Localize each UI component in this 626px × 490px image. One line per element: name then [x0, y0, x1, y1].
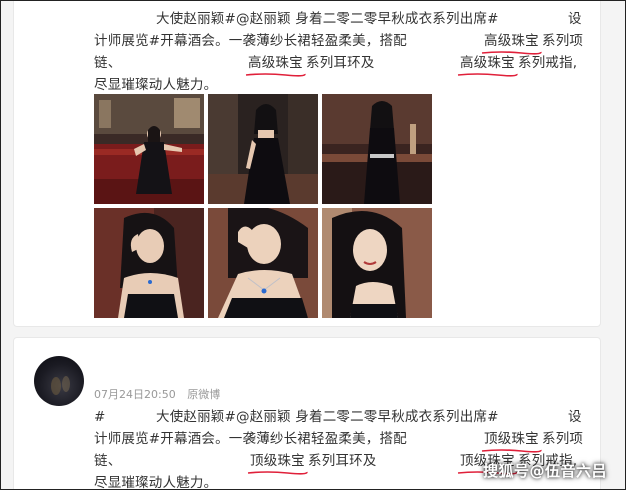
post-1-highlight-jewelry-2: 高级珠宝 [245, 52, 306, 77]
red-underline-icon [245, 72, 306, 77]
photo-standing-dark-room[interactable] [208, 94, 318, 204]
post-1-line-3-start: 链、 [94, 55, 122, 71]
post-1-line-2-tail: 系列项 [542, 33, 584, 49]
red-underline-icon [457, 72, 518, 77]
post-timestamp[interactable]: 07月24日20:50 [94, 388, 176, 401]
post-1-line-4: 尽显璀璨动人魅力。 [94, 77, 218, 93]
post-2-line-4: 尽显璀璨动人魅力。 [94, 475, 218, 490]
post-1-line-3-mid: 系列耳环及 [306, 55, 375, 71]
post-1-text: 大使赵丽颖#@赵丽颖 身着二零二零早秋成衣系列出席# 设 计师展览#开幕酒会。一… [94, 8, 584, 93]
post-1-line-3-tail: 系列戒指, [518, 55, 578, 71]
post-2-line-1-hash: # [94, 409, 106, 425]
post-1-highlight-jewelry-1: 高级珠宝 [481, 30, 542, 55]
post-2-line-3-start: 链、 [94, 453, 122, 469]
highlight-text: 顶级珠宝 [484, 431, 539, 447]
avatar[interactable] [34, 356, 84, 406]
post-1-highlight-jewelry-3: 高级珠宝 [457, 52, 518, 77]
photo-closeup-smile[interactable] [322, 208, 432, 318]
highlight-text: 高级珠宝 [484, 33, 539, 49]
avatar-image-icon [51, 376, 70, 395]
red-underline-icon [247, 470, 308, 475]
photo-grid [94, 94, 434, 318]
post-card-1: 大使赵丽颖#@赵丽颖 身着二零二零早秋成衣系列出席# 设 计师展览#开幕酒会。一… [13, 1, 601, 327]
post-2-line-2: 计师展览#开幕酒会。一袭薄纱长裙轻盈柔美，搭配 [94, 431, 407, 447]
post-2-highlight-jewelry-2: 顶级珠宝 [247, 450, 308, 475]
photo-lounge-red-sofa[interactable] [94, 94, 204, 204]
photo-portrait-red-wall[interactable] [94, 208, 204, 318]
photo-bar-counter[interactable] [322, 94, 432, 204]
post-2-line-1-end: 设 [568, 409, 582, 425]
highlight-text: 顶级珠宝 [250, 453, 305, 469]
sohu-watermark: 搜狐号@伍音六吕 [482, 462, 607, 480]
post-1-line-1: 大使赵丽颖#@赵丽颖 身着二零二零早秋成衣系列出席# [156, 11, 499, 27]
post-2-meta: 07月24日20:50 原微博 [94, 386, 228, 402]
post-2-line-1: 大使赵丽颖#@赵丽颖 身着二零二零早秋成衣系列出席# [156, 409, 499, 425]
post-2-line-2-tail: 系列项 [542, 431, 584, 447]
photo-closeup-hand-face[interactable] [208, 208, 318, 318]
original-weibo-link[interactable]: 原微博 [187, 388, 220, 401]
highlight-text: 高级珠宝 [460, 55, 515, 71]
post-2-line-3-mid: 系列耳环及 [308, 453, 377, 469]
post-2-highlight-jewelry-1: 顶级珠宝 [481, 428, 542, 453]
post-1-line-2: 计师展览#开幕酒会。一袭薄纱长裙轻盈柔美，搭配 [94, 33, 407, 49]
highlight-text: 高级珠宝 [248, 55, 303, 71]
post-1-line-1-end: 设 [568, 11, 582, 27]
screenshot-frame: 大使赵丽颖#@赵丽颖 身着二零二零早秋成衣系列出席# 设 计师展览#开幕酒会。一… [0, 0, 626, 490]
